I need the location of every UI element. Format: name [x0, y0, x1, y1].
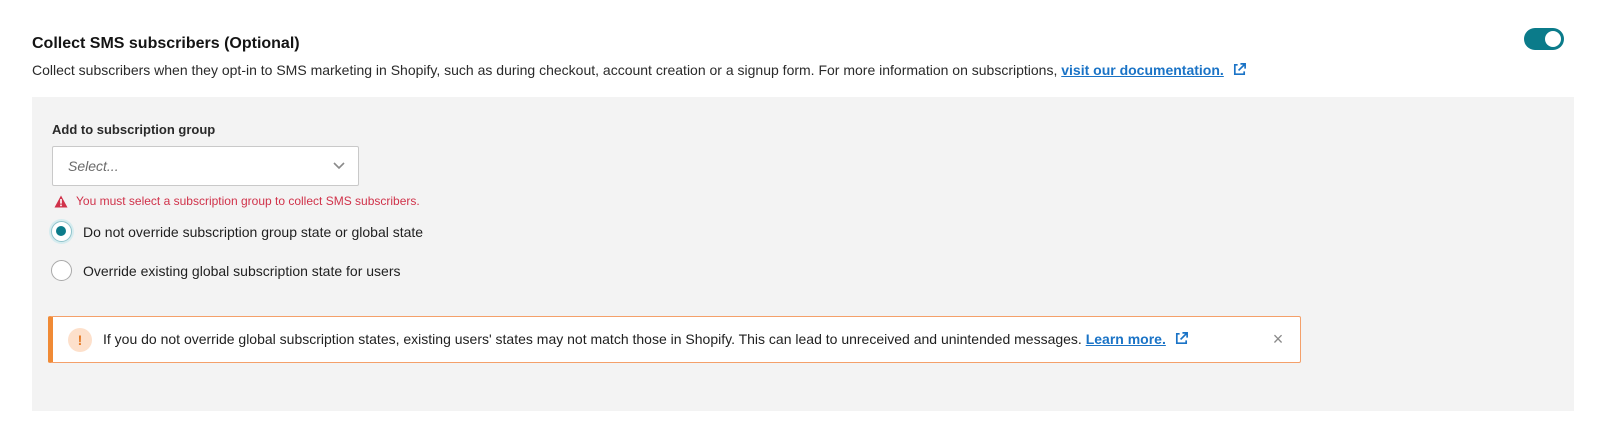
radio-button-selected[interactable]	[51, 221, 72, 242]
external-link-icon[interactable]	[1174, 331, 1189, 346]
exclamation-icon: !	[68, 328, 92, 352]
error-message: You must select a subscription group to …	[76, 194, 420, 208]
description-text: Collect subscribers when they opt-in to …	[32, 62, 1058, 78]
external-link-icon[interactable]	[1232, 62, 1247, 77]
radio-override-global[interactable]: Override existing global subscription st…	[51, 260, 400, 281]
toggle-knob	[1545, 31, 1561, 47]
subscription-group-error: You must select a subscription group to …	[54, 194, 420, 208]
radio-label: Override existing global subscription st…	[83, 262, 401, 279]
section-description: Collect subscribers when they opt-in to …	[32, 61, 1247, 79]
learn-more-link[interactable]: Learn more.	[1086, 331, 1166, 347]
subscription-group-select[interactable]: Select...	[52, 146, 359, 186]
sms-section-header: Collect SMS subscribers (Optional) Colle…	[32, 34, 1572, 78]
alert-text: If you do not override global subscripti…	[103, 331, 1082, 347]
override-warning-alert: ! If you do not override global subscrip…	[48, 316, 1301, 363]
radio-do-not-override[interactable]: Do not override subscription group state…	[51, 221, 423, 242]
close-icon[interactable]: ×	[1270, 330, 1286, 348]
collect-sms-toggle[interactable]	[1524, 28, 1564, 50]
alert-message: If you do not override global subscripti…	[103, 331, 1189, 347]
select-placeholder: Select...	[68, 158, 119, 174]
warning-triangle-icon	[54, 195, 68, 207]
radio-button[interactable]	[51, 260, 72, 281]
subscription-group-label: Add to subscription group	[52, 122, 216, 137]
documentation-link[interactable]: visit our documentation.	[1061, 62, 1224, 78]
subscription-settings-panel: Add to subscription group Select... You …	[32, 97, 1574, 411]
radio-label: Do not override subscription group state…	[83, 223, 424, 240]
chevron-down-icon	[333, 162, 345, 170]
section-title: Collect SMS subscribers (Optional)	[32, 35, 300, 52]
